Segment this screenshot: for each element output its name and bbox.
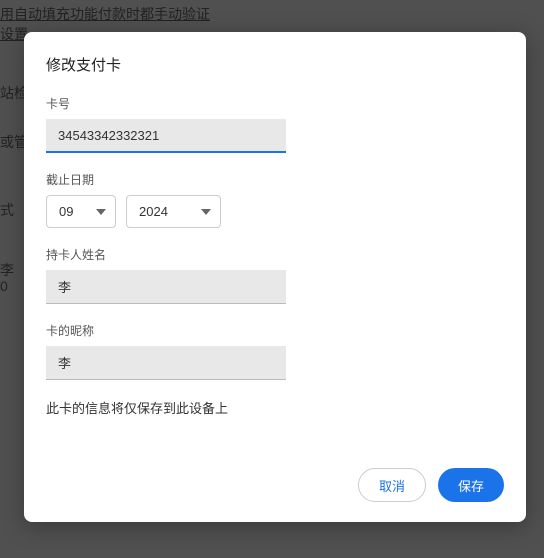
- dialog-actions: 取消 保存: [358, 468, 504, 502]
- bg-text: 0: [0, 278, 8, 294]
- cancel-button[interactable]: 取消: [358, 468, 426, 502]
- expiry-month-value: 09: [59, 204, 73, 219]
- bg-text: 李: [0, 260, 14, 280]
- expiry-label: 截止日期: [46, 171, 504, 188]
- card-number-input[interactable]: [46, 119, 286, 153]
- expiry-month-select[interactable]: 09: [46, 195, 116, 228]
- nickname-input[interactable]: [46, 346, 286, 380]
- card-number-group: 卡号: [46, 95, 504, 153]
- bg-text: 式: [0, 200, 14, 220]
- expiry-group: 截止日期 09 2024: [46, 171, 504, 228]
- save-button[interactable]: 保存: [438, 468, 504, 502]
- bg-text: 用自动填充功能付款时都手动验证: [0, 4, 210, 24]
- dialog-title: 修改支付卡: [46, 54, 504, 75]
- card-number-label: 卡号: [46, 95, 504, 112]
- nickname-label: 卡的昵称: [46, 322, 504, 339]
- cardholder-label: 持卡人姓名: [46, 246, 504, 263]
- cardholder-input[interactable]: [46, 270, 286, 304]
- edit-payment-card-dialog: 修改支付卡 卡号 截止日期 09 2024: [24, 32, 526, 522]
- expiry-year-value: 2024: [139, 204, 168, 219]
- cardholder-group: 持卡人姓名: [46, 246, 504, 304]
- nickname-group: 卡的昵称: [46, 322, 504, 380]
- device-only-info: 此卡的信息将仅保存到此设备上: [46, 398, 504, 417]
- expiry-year-select[interactable]: 2024: [126, 195, 221, 228]
